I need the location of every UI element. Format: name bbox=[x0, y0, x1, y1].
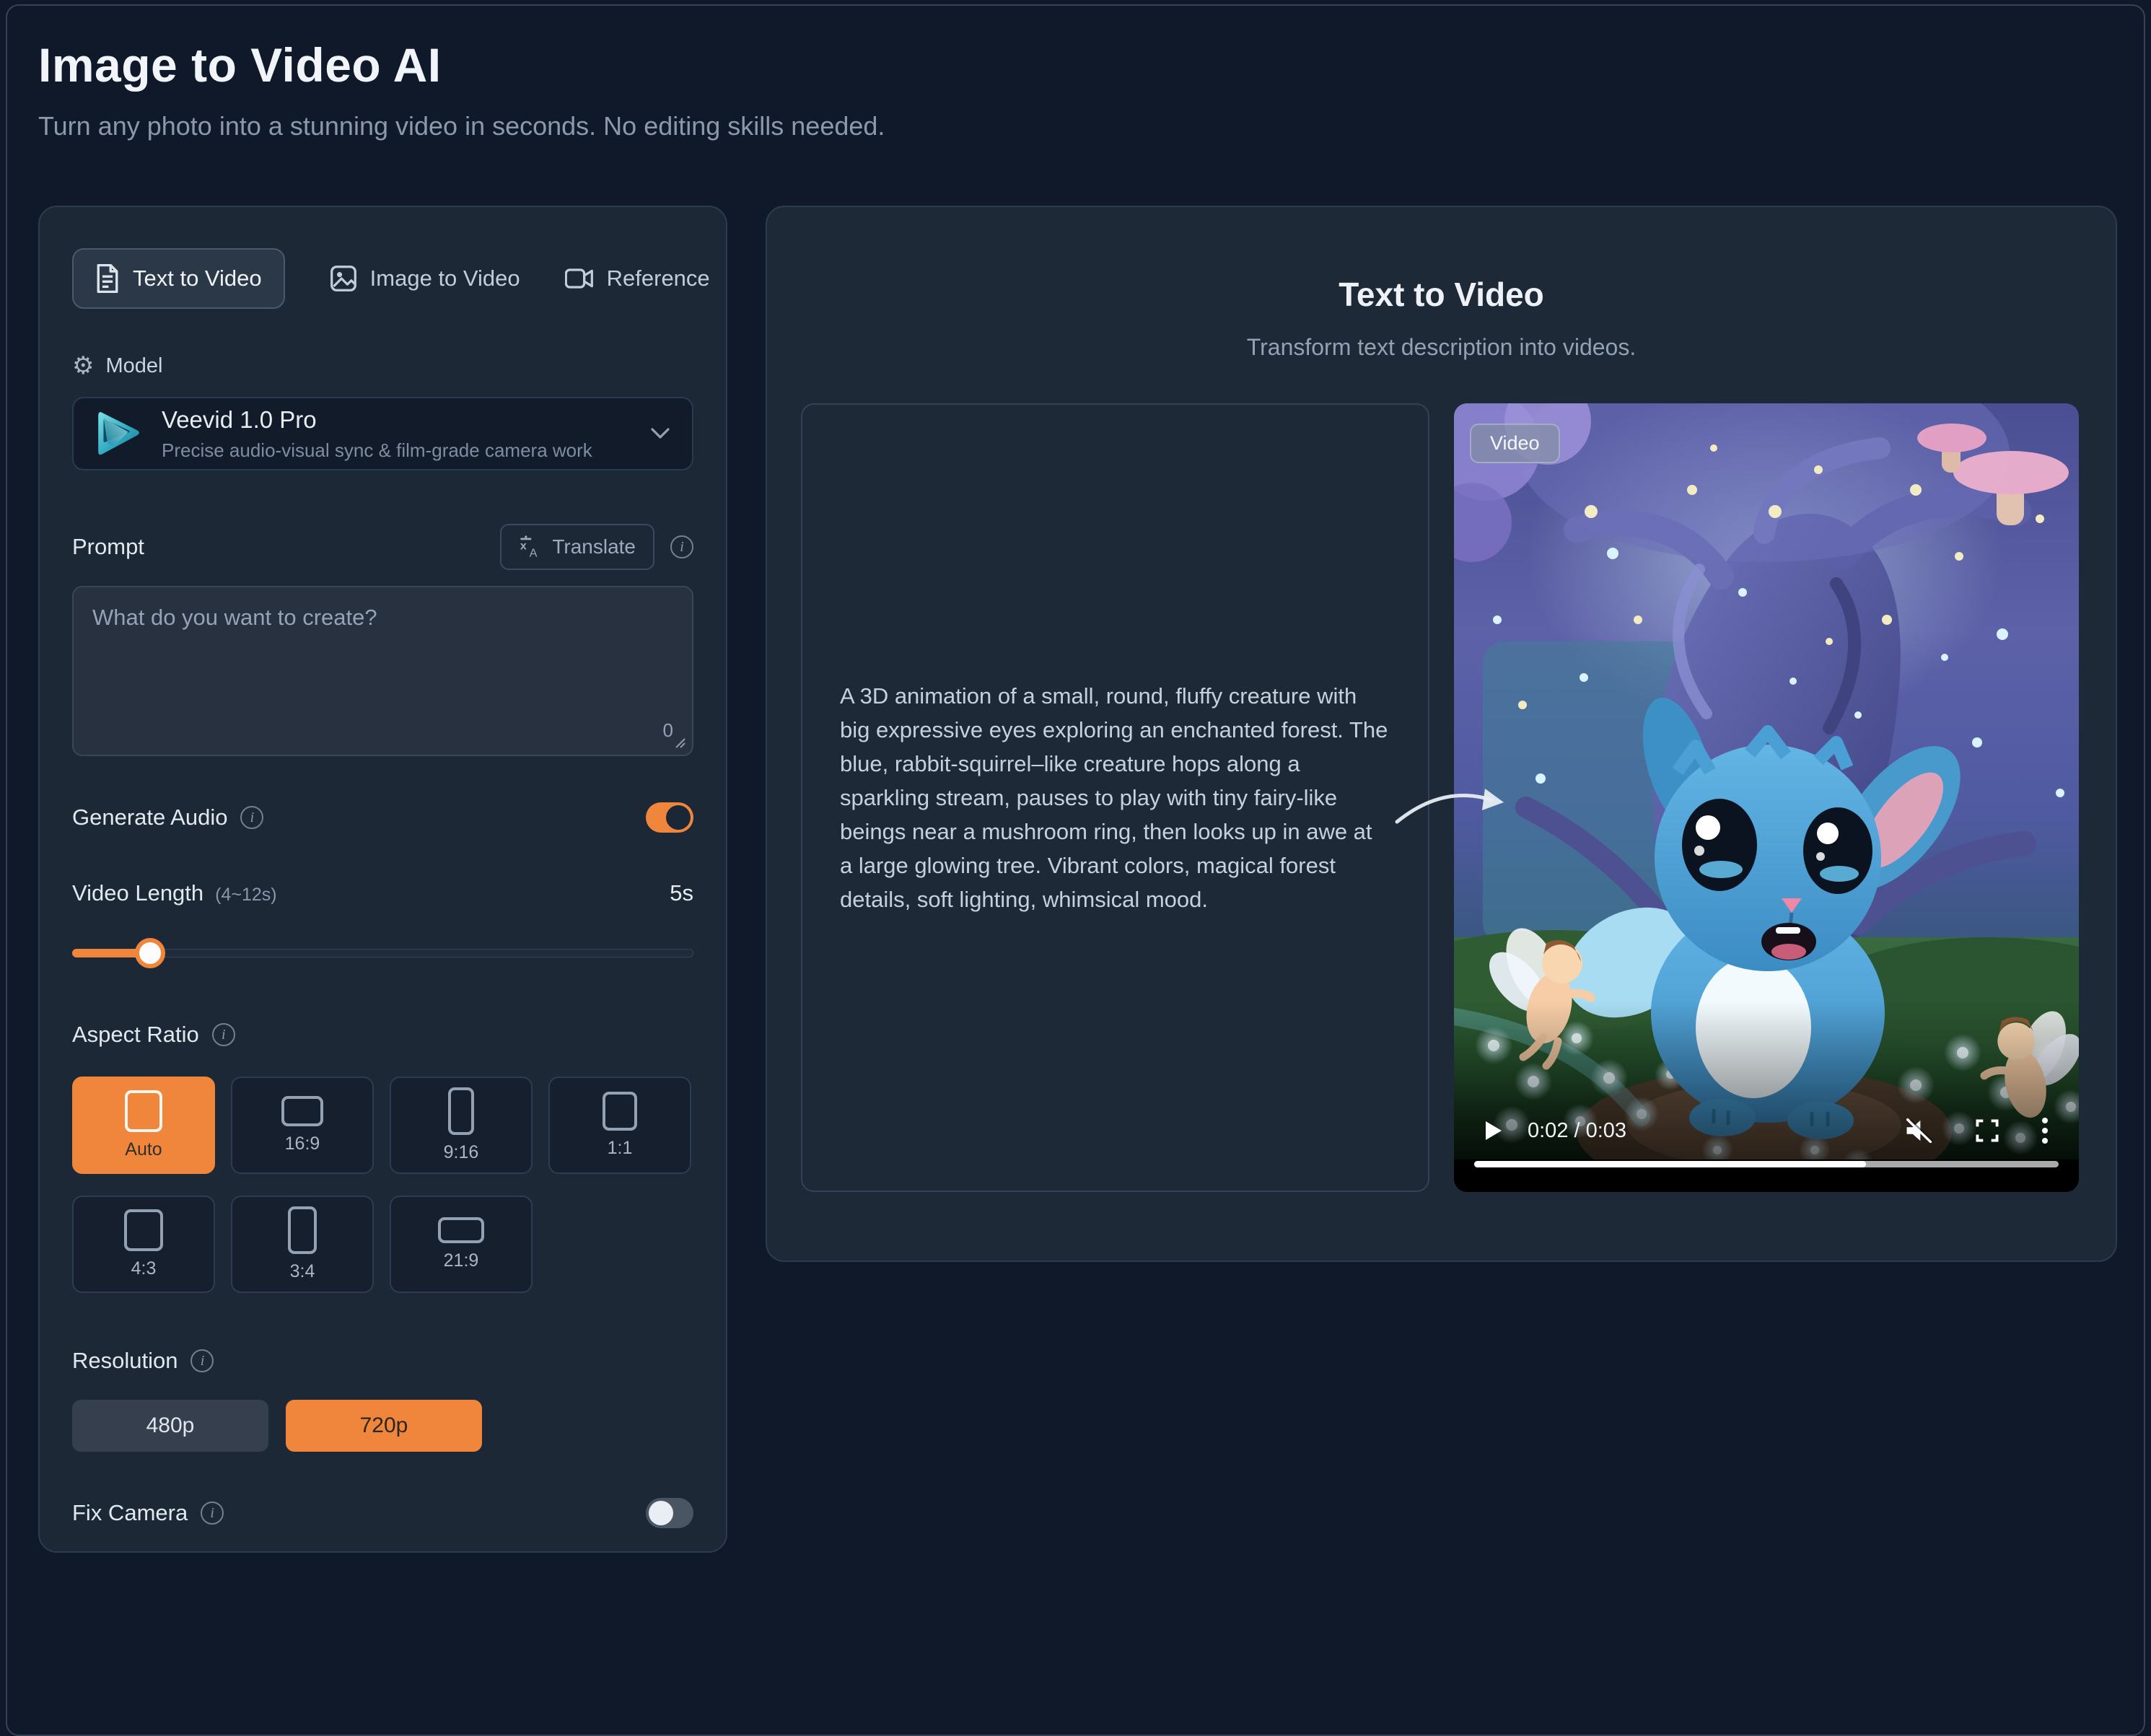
fullscreen-icon[interactable] bbox=[1975, 1118, 1999, 1143]
model-name: Veevid 1.0 Pro bbox=[162, 406, 650, 434]
svg-text:x: x bbox=[520, 540, 527, 553]
model-texts: Veevid 1.0 Pro Precise audio-visual sync… bbox=[162, 406, 650, 462]
progress-filled bbox=[1474, 1161, 1866, 1167]
tab-text-to-video[interactable]: Text to Video bbox=[72, 248, 285, 309]
resolution-label: Resolution bbox=[72, 1348, 178, 1374]
tab-label: Reference bbox=[607, 266, 710, 291]
resolution-info-icon[interactable]: i bbox=[190, 1349, 214, 1372]
generate-audio-row: Generate Audio i bbox=[72, 802, 693, 833]
aspect-option-auto[interactable]: Auto bbox=[72, 1077, 215, 1174]
model-section-label-row: ⚙ Model bbox=[72, 354, 693, 378]
video-camera-icon bbox=[565, 266, 594, 291]
page-subtitle: Turn any photo into a stunning video in … bbox=[38, 111, 885, 141]
example-prompt-text: A 3D animation of a small, round, fluffy… bbox=[840, 679, 1390, 916]
left-eye bbox=[1682, 799, 1757, 891]
generate-audio-info-icon[interactable]: i bbox=[240, 806, 263, 829]
image-icon bbox=[330, 265, 357, 292]
chevron-down-icon bbox=[650, 427, 670, 440]
mouth bbox=[1761, 923, 1816, 960]
translate-label: Translate bbox=[552, 535, 636, 558]
page-header: Image to Video AI Turn any photo into a … bbox=[38, 38, 885, 141]
prompt-info-icon[interactable]: i bbox=[670, 535, 693, 558]
generate-audio-toggle[interactable] bbox=[646, 802, 693, 833]
toggle-knob bbox=[666, 805, 691, 830]
aspect-shape-icon bbox=[125, 1090, 162, 1132]
video-preview-scene bbox=[1454, 403, 2079, 1159]
aspect-option-3-4[interactable]: 3:4 bbox=[231, 1196, 374, 1293]
tab-image-to-video[interactable]: Image to Video bbox=[330, 265, 520, 292]
aspect-option-4-3[interactable]: 4:3 bbox=[72, 1196, 215, 1293]
aspect-option-21-9[interactable]: 21:9 bbox=[390, 1196, 533, 1293]
generate-audio-label: Generate Audio bbox=[72, 805, 227, 830]
fix-camera-info-icon[interactable]: i bbox=[201, 1502, 224, 1525]
aspect-shape-icon bbox=[288, 1206, 317, 1254]
aspect-ratio-grid: Auto 16:9 9:16 1:1 4:3 3:4 21:9 bbox=[72, 1077, 693, 1293]
tab-label: Text to Video bbox=[133, 266, 262, 291]
prompt-header-row: Prompt x A Translate i bbox=[72, 524, 693, 570]
more-options-icon[interactable] bbox=[2041, 1117, 2049, 1144]
video-length-value: 5s bbox=[670, 880, 693, 906]
slider-track[interactable] bbox=[72, 949, 693, 957]
aspect-option-16-9[interactable]: 16:9 bbox=[231, 1077, 374, 1174]
preview-subheading: Transform text description into videos. bbox=[767, 334, 2116, 361]
veevid-logo bbox=[89, 405, 146, 462]
tab-label: Image to Video bbox=[370, 266, 520, 291]
preview-panel: Text to Video Transform text description… bbox=[766, 206, 2117, 1262]
translate-icon: x A bbox=[519, 535, 542, 558]
video-badge: Video bbox=[1470, 424, 1560, 463]
gear-icon: ⚙ bbox=[72, 354, 94, 378]
video-control-icons bbox=[1904, 1117, 2049, 1144]
tab-reference[interactable]: Reference bbox=[565, 266, 710, 291]
video-player[interactable]: Video 0:02 / 0:03 bbox=[1454, 403, 2079, 1192]
slider-thumb[interactable] bbox=[135, 938, 165, 968]
video-length-label: Video Length bbox=[72, 880, 203, 906]
video-controls: 0:02 / 0:03 bbox=[1484, 1117, 2049, 1144]
model-select[interactable]: Veevid 1.0 Pro Precise audio-visual sync… bbox=[72, 397, 693, 470]
resolution-option-720p[interactable]: 720p bbox=[286, 1400, 482, 1452]
resolution-option-480p[interactable]: 480p bbox=[72, 1400, 268, 1452]
document-icon bbox=[95, 264, 120, 293]
video-length-row: Video Length (4~12s) 5s bbox=[72, 880, 693, 906]
aspect-shape-icon bbox=[448, 1087, 474, 1135]
fix-camera-toggle[interactable] bbox=[646, 1498, 693, 1528]
aspect-option-1-1[interactable]: 1:1 bbox=[548, 1077, 691, 1174]
mute-icon[interactable] bbox=[1904, 1118, 1933, 1144]
video-progress-bar[interactable] bbox=[1474, 1161, 2059, 1167]
aspect-ratio-label: Aspect Ratio bbox=[72, 1022, 199, 1048]
aspect-shape-icon bbox=[281, 1096, 323, 1126]
right-eye bbox=[1803, 807, 1872, 894]
resolution-options: 480p 720p bbox=[72, 1400, 693, 1452]
example-prompt-card: A 3D animation of a small, round, fluffy… bbox=[801, 403, 1429, 1192]
prompt-box: 0 bbox=[72, 586, 693, 756]
aspect-ratio-info-icon[interactable]: i bbox=[212, 1023, 235, 1046]
preview-heading: Text to Video bbox=[767, 275, 2116, 314]
prompt-input[interactable] bbox=[92, 605, 673, 713]
toggle-knob bbox=[649, 1501, 673, 1525]
aspect-option-9-16[interactable]: 9:16 bbox=[390, 1077, 533, 1174]
model-description: Precise audio-visual sync & film-grade c… bbox=[162, 439, 650, 462]
fix-camera-label: Fix Camera bbox=[72, 1500, 188, 1526]
aspect-shape-icon bbox=[438, 1217, 484, 1243]
video-length-range-hint: (4~12s) bbox=[215, 885, 276, 906]
aspect-shape-icon bbox=[603, 1092, 637, 1131]
svg-text:A: A bbox=[530, 548, 538, 558]
video-time: 0:02 / 0:03 bbox=[1528, 1119, 1626, 1143]
prompt-label: Prompt bbox=[72, 534, 500, 560]
aspect-ratio-label-row: Aspect Ratio i bbox=[72, 1022, 693, 1048]
fix-camera-row: Fix Camera i bbox=[72, 1498, 693, 1528]
page-title: Image to Video AI bbox=[38, 38, 885, 92]
settings-panel: Text to Video Image to Video Reference ⚙… bbox=[38, 206, 727, 1553]
preview-content-row: A 3D animation of a small, round, fluffy… bbox=[801, 403, 2079, 1192]
resize-handle[interactable] bbox=[672, 735, 686, 749]
resolution-label-row: Resolution i bbox=[72, 1348, 693, 1374]
mode-tabs: Text to Video Image to Video Reference bbox=[72, 248, 693, 309]
video-length-slider[interactable] bbox=[72, 938, 693, 967]
model-section-label: Model bbox=[105, 354, 162, 378]
aspect-shape-icon bbox=[124, 1209, 163, 1251]
play-icon[interactable] bbox=[1484, 1120, 1503, 1141]
translate-button[interactable]: x A Translate bbox=[500, 524, 654, 570]
